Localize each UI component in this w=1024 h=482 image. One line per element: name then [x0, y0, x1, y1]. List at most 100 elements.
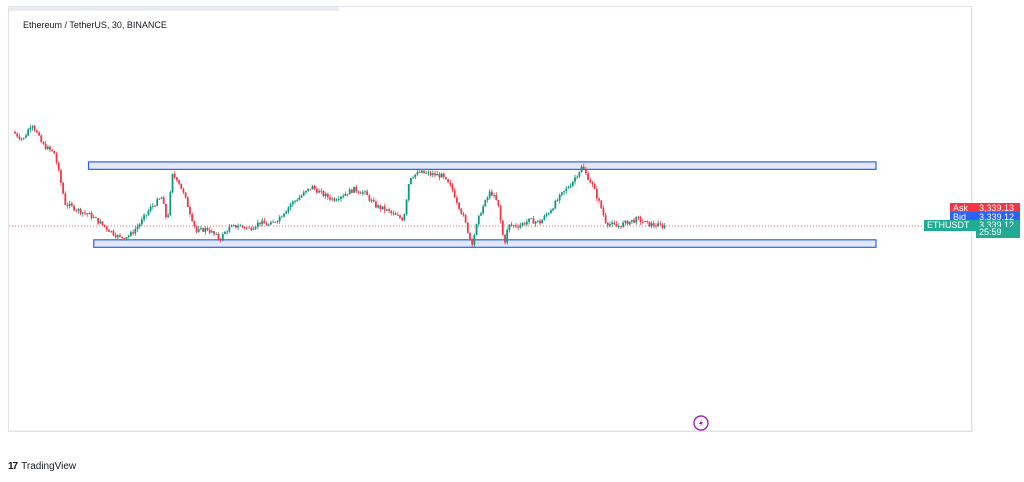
- candle-body: [84, 212, 86, 214]
- candle-body: [315, 188, 318, 193]
- candle-body: [331, 198, 334, 200]
- candle-body: [162, 197, 165, 204]
- candle-body: [241, 225, 244, 227]
- candle-body: [458, 202, 460, 209]
- candle-body: [180, 183, 183, 189]
- candle-body: [136, 226, 139, 230]
- candle-body: [359, 192, 362, 194]
- candle-body: [626, 220, 629, 225]
- candle-body: [512, 225, 515, 226]
- candle-body: [624, 220, 627, 223]
- candle-body: [42, 142, 45, 144]
- candle-body: [560, 192, 563, 195]
- candle-body: [427, 172, 430, 174]
- candle-body: [92, 217, 95, 218]
- candle-body: [401, 217, 404, 221]
- candle-body: [480, 213, 482, 216]
- candle-body: [469, 233, 471, 240]
- candle-body: [57, 162, 60, 171]
- candle-body: [267, 224, 270, 226]
- candle-body: [324, 193, 327, 197]
- candle-body: [184, 192, 187, 198]
- candle-body: [116, 235, 119, 238]
- candle-body: [66, 204, 69, 206]
- candle-body: [383, 206, 386, 211]
- candle-body: [70, 203, 73, 206]
- candle-body: [582, 166, 585, 170]
- brand-name[interactable]: TradingView: [21, 461, 76, 472]
- candle-body: [350, 189, 353, 193]
- candle-body: [143, 215, 145, 220]
- candle-body: [213, 231, 215, 235]
- price-tag-value: 25:59: [976, 227, 1020, 239]
- candle-body: [60, 170, 62, 183]
- candle-body: [289, 204, 292, 208]
- zone-rectangle[interactable]: [87, 161, 877, 170]
- candle-body: [490, 191, 493, 196]
- candle-body: [385, 209, 388, 211]
- candle-body: [364, 191, 366, 193]
- candle-body: [219, 238, 222, 240]
- candle-body: [550, 210, 552, 214]
- lightning-event-icon[interactable]: [693, 415, 709, 431]
- candle-body: [193, 221, 196, 226]
- candle-body: [140, 219, 143, 225]
- candle-body: [165, 203, 167, 218]
- candle-body: [486, 197, 489, 201]
- candle-body: [609, 224, 611, 226]
- candle-body: [147, 210, 150, 215]
- candle-body: [545, 214, 548, 216]
- candle-body: [506, 229, 509, 243]
- candle-body: [305, 190, 307, 193]
- candle-body: [663, 225, 666, 228]
- candle-body: [628, 221, 631, 225]
- candle-body: [210, 231, 213, 233]
- candle-body: [132, 232, 135, 234]
- candle-body: [412, 177, 415, 179]
- candle-body: [112, 230, 115, 236]
- candle-body: [580, 166, 583, 173]
- candle-body: [16, 133, 19, 137]
- candle-body: [189, 207, 191, 215]
- candle-body: [543, 215, 546, 220]
- candle-body: [40, 135, 43, 143]
- candle-body: [447, 179, 450, 183]
- chart-area[interactable]: 3,680.003,600.003,520.003,480.003,440.00…: [8, 6, 973, 433]
- candle-body: [27, 129, 30, 136]
- candle-body: [243, 226, 246, 229]
- candle-body: [563, 190, 565, 193]
- candle-body: [525, 221, 528, 225]
- candle-body: [475, 224, 478, 235]
- candle-body: [488, 191, 491, 198]
- zone-rectangle[interactable]: [93, 239, 877, 248]
- candle-body: [25, 135, 27, 138]
- candle-body: [574, 177, 576, 182]
- candle-body: [127, 235, 130, 237]
- candle-body: [342, 195, 345, 197]
- candle-body: [606, 222, 609, 226]
- candle-body: [298, 197, 301, 201]
- candle-body: [510, 224, 513, 226]
- price-chart[interactable]: 3,680.003,600.003,520.003,480.003,440.00…: [9, 7, 973, 433]
- candle-body: [633, 219, 635, 223]
- candle-body: [97, 217, 100, 224]
- candle-body: [149, 206, 152, 211]
- candle-body: [204, 228, 207, 232]
- candle-body: [637, 217, 640, 219]
- candle-body: [206, 228, 209, 231]
- candle-body: [99, 221, 102, 224]
- candle-body: [256, 222, 259, 227]
- candle-body: [554, 200, 557, 209]
- candle-body: [239, 225, 242, 227]
- candle-body: [62, 182, 65, 194]
- candle-body: [392, 212, 395, 214]
- candle-body: [578, 172, 581, 177]
- candle-body: [403, 214, 406, 221]
- candle-body: [86, 213, 89, 215]
- candle-body: [635, 217, 638, 223]
- candle-body: [425, 172, 428, 174]
- candle-body: [130, 232, 132, 236]
- candle-body: [344, 193, 347, 196]
- candle-body: [381, 206, 384, 209]
- candle-body: [482, 206, 485, 214]
